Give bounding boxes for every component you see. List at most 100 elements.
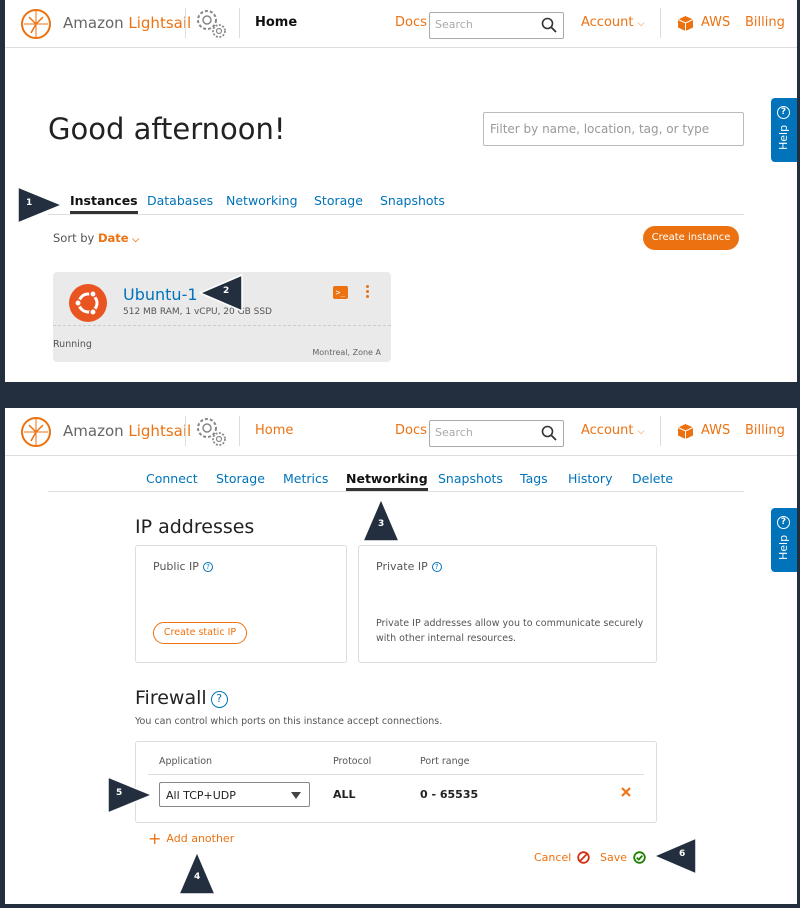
firewall-description: You can control which ports on this inst… [135,716,443,727]
tab-metrics[interactable]: Metrics [283,471,328,486]
create-instance-button[interactable]: Create instance [643,226,739,250]
tab-snapshots[interactable]: Snapshots [380,193,445,208]
docs-link[interactable]: Docs [395,15,427,30]
step-marker-6: 6 [652,836,698,876]
tab-storage[interactable]: Storage [216,471,265,486]
close-icon[interactable] [620,786,632,798]
instance-status-text: Running [53,339,92,350]
sort-control[interactable]: Sort by Date ⌵ [53,231,139,245]
home-link[interactable]: Home [255,423,293,438]
step-number: 4 [194,872,201,882]
private-ip-label: Private IP? [376,560,442,573]
account-menu[interactable]: Account ⌵ [581,423,644,438]
help-label: Help [777,124,790,150]
search-input[interactable] [435,426,535,439]
help-label: Help [777,534,790,560]
aws-cube-icon[interactable] [677,15,694,32]
aws-cube-icon[interactable] [677,423,694,440]
search-box[interactable] [429,12,564,39]
step-number: 5 [116,788,123,798]
docs-link[interactable]: Docs [395,423,427,438]
private-ip-box: Private IP? Private IP addresses allow y… [358,545,657,663]
info-icon[interactable]: ? [202,562,213,572]
chevron-down-icon: ⌵ [132,235,140,245]
resource-tabs: Instances Databases Networking Storage S… [48,190,744,215]
help-tab[interactable]: ? Help [771,508,797,572]
question-icon: ? [777,106,790,119]
instance-zone: Montreal, Zone A [312,348,381,357]
step-marker-1: 1 [16,185,64,225]
step-marker-2: 2 [198,273,244,313]
tab-snapshots[interactable]: Snapshots [438,471,503,486]
tab-storage[interactable]: Storage [314,193,363,208]
table-divider [148,774,644,775]
column-header-application: Application [159,756,213,767]
firewall-heading: Firewall? [135,687,228,709]
tab-connect[interactable]: Connect [146,471,198,486]
help-icon[interactable]: ? [210,691,228,708]
search-box[interactable] [429,420,564,447]
tab-delete[interactable]: Delete [632,471,673,486]
column-header-protocol: Protocol [333,756,372,767]
column-header-port-range: Port range [420,756,470,767]
instance-networking-panel: Amazon Lightsail Home Docs Account ⌵ AWS… [5,408,797,904]
aws-link[interactable]: AWS [701,15,730,30]
card-divider [53,325,391,326]
top-navigation-bar: Amazon Lightsail Home Docs Account ⌵ AWS… [5,0,797,48]
tab-databases[interactable]: Databases [147,193,213,208]
filter-box[interactable] [483,112,744,146]
check-circle-icon [633,851,646,864]
step-marker-5: 5 [106,775,154,815]
info-icon[interactable]: ? [431,562,442,572]
step-number: 2 [223,286,230,296]
gear-icon[interactable] [193,6,229,42]
step-marker-3: 3 [361,497,401,543]
divider [239,8,240,38]
brand-name[interactable]: Amazon Lightsail [63,422,191,440]
gear-icon[interactable] [193,414,229,450]
billing-link[interactable]: Billing [745,15,785,30]
tab-networking[interactable]: Networking [226,193,298,208]
instance-name-link[interactable]: Ubuntu-1 [123,285,198,304]
search-icon[interactable] [541,17,557,33]
help-tab[interactable]: ? Help [771,98,797,162]
search-icon[interactable] [541,425,557,441]
terminal-icon[interactable]: >_ [333,286,348,299]
cancel-button[interactable]: Cancel [534,851,590,864]
divider [660,8,661,38]
public-ip-label: Public IP? [153,560,213,573]
ubuntu-logo-icon [69,284,107,322]
search-input[interactable] [435,18,535,31]
tab-tags[interactable]: Tags [520,471,548,486]
add-another-link[interactable]: + Add another [148,829,234,848]
divider [239,416,240,446]
lightsail-logo-icon[interactable] [20,8,52,40]
filter-input[interactable] [490,122,730,136]
application-select[interactable]: All TCP+UDP [159,782,310,807]
billing-link[interactable]: Billing [745,423,785,438]
more-options-icon[interactable] [365,285,371,301]
chevron-down-icon: ⌵ [637,427,645,437]
tab-history[interactable]: History [568,471,612,486]
top-navigation-bar: Amazon Lightsail Home Docs Account ⌵ AWS… [5,408,797,456]
home-link[interactable]: Home [255,15,297,30]
create-static-ip-button[interactable]: Create static IP [153,622,247,644]
step-number: 3 [378,519,385,529]
save-button[interactable]: Save [600,851,646,864]
tab-networking[interactable]: Networking [346,471,428,491]
firewall-table: Application Protocol Port range All TCP+… [135,741,657,823]
ip-addresses-heading: IP addresses [135,516,255,538]
plus-icon: + [148,829,162,848]
question-icon: ? [777,516,790,529]
tab-instances[interactable]: Instances [70,193,138,214]
divider [185,8,186,38]
chevron-down-icon: ⌵ [637,19,645,29]
aws-link[interactable]: AWS [701,423,730,438]
lightsail-home-panel: Amazon Lightsail Home Docs Account ⌵ AWS… [5,0,797,382]
port-range-value: 0 - 65535 [420,788,479,801]
dropdown-caret-icon [291,792,301,799]
cancel-icon [577,851,590,864]
brand-name[interactable]: Amazon Lightsail [63,14,191,32]
lightsail-logo-icon[interactable] [20,416,52,448]
account-menu[interactable]: Account ⌵ [581,15,644,30]
